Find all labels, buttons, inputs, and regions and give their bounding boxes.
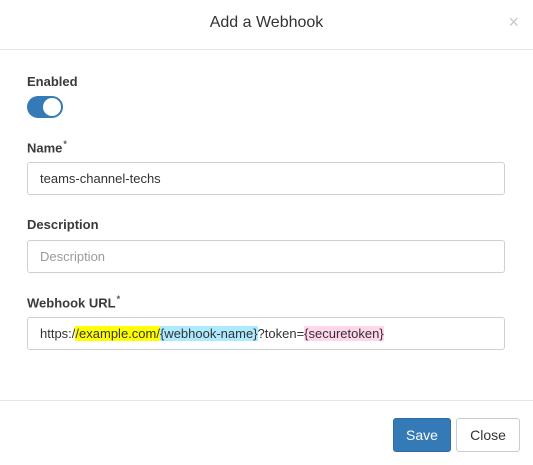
url-domain-highlight: /example.com/ bbox=[75, 326, 160, 341]
webhook-url-label: Webhook URL* bbox=[27, 294, 120, 310]
modal-footer: Save Close bbox=[0, 400, 533, 465]
url-secure-token-highlight: {securetoken} bbox=[304, 326, 384, 341]
webhook-url-label-text: Webhook URL bbox=[27, 295, 116, 311]
enabled-label: Enabled bbox=[27, 74, 78, 89]
toggle-knob bbox=[43, 98, 61, 116]
add-webhook-modal: Add a Webhook × Enabled Name* teams-chan… bbox=[0, 0, 533, 465]
required-marker: * bbox=[63, 139, 67, 149]
url-prefix: https:/ bbox=[40, 326, 76, 341]
close-icon[interactable]: × bbox=[508, 13, 519, 31]
name-label: Name* bbox=[27, 139, 67, 155]
modal-header: Add a Webhook × bbox=[0, 0, 533, 50]
name-input[interactable]: teams-channel-techs bbox=[27, 162, 505, 195]
description-input[interactable] bbox=[27, 240, 505, 273]
enabled-toggle[interactable] bbox=[27, 96, 63, 118]
description-label: Description bbox=[27, 217, 99, 232]
url-webhook-name-highlight: {webhook-name} bbox=[159, 326, 258, 341]
modal-title: Add a Webhook bbox=[209, 14, 324, 31]
url-query: ?token= bbox=[257, 326, 305, 341]
close-button[interactable]: Close bbox=[456, 418, 520, 452]
webhook-url-input[interactable]: https://example.com/{webhook-name}?token… bbox=[27, 317, 505, 350]
name-label-text: Name bbox=[27, 140, 63, 156]
required-marker: * bbox=[116, 294, 121, 304]
save-button[interactable]: Save bbox=[393, 418, 451, 452]
